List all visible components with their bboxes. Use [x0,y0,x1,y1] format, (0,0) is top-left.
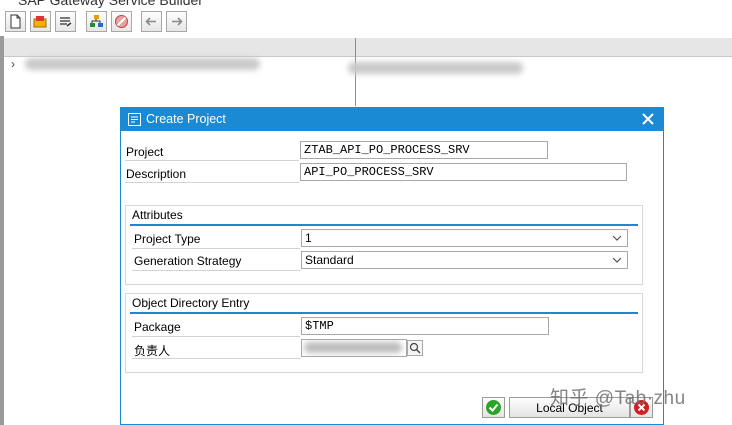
project-type-dropdown[interactable]: 1 [301,229,628,247]
chevron-down-icon [612,257,622,263]
package-label: Package [134,320,181,334]
close-icon[interactable] [639,110,657,128]
row-divider [132,270,300,271]
row-divider [132,358,300,359]
generation-strategy-dropdown[interactable]: Standard [301,251,628,269]
row-divider [125,160,299,161]
redacted-owner-value [304,342,402,353]
project-type-label: Project Type [134,232,201,246]
forward-arrow-icon [172,17,183,26]
group-underline [130,312,638,314]
model-icon [90,15,103,27]
object-directory-group-title: Object Directory Entry [132,296,250,310]
row-divider [125,182,299,183]
open-button[interactable] [30,11,51,32]
search-icon [409,342,421,354]
open-folder-icon [33,16,47,28]
disabled-icon [115,15,128,28]
watermark-text: 知乎 @Tab·zhu [550,388,686,409]
dialog-icon [128,113,141,126]
window-title-strip: SAP Gateway Service Builder [0,0,732,8]
project-type-value: 1 [305,231,312,245]
back-arrow-icon [145,17,156,26]
attributes-group: Attributes Project Type 1 Generation Str… [125,205,643,285]
new-document-button[interactable] [5,11,26,32]
back-button[interactable] [141,11,162,32]
row-divider [132,248,300,249]
new-document-icon [10,14,21,29]
project-label: Project [126,145,164,159]
row-divider [132,336,300,337]
generation-strategy-label: Generation Strategy [134,254,242,268]
tree-expand-icon[interactable]: › [11,57,15,71]
redefine-button[interactable] [55,11,76,32]
redacted-tree-item [348,62,523,74]
dialog-title: Create Project [146,112,226,126]
pane-header [4,38,732,57]
application-toolbar [0,8,732,36]
description-label: Description [126,167,187,181]
redacted-tree-item [25,58,260,70]
create-project-dialog: Create Project Project ZTAB_API_PO_PROCE… [120,107,664,425]
chevron-down-icon [612,235,622,241]
window-title: SAP Gateway Service Builder [18,0,203,8]
check-icon [486,400,501,415]
redefine-icon [60,17,72,27]
object-directory-group: Object Directory Entry Package $TMP 负责人 [125,293,643,373]
model-button[interactable] [86,11,107,32]
owner-search-help-button[interactable] [407,340,423,356]
description-input[interactable]: API_PO_PROCESS_SRV [300,163,627,181]
project-input[interactable]: ZTAB_API_PO_PROCESS_SRV [300,141,548,159]
group-underline [130,224,638,226]
generation-strategy-value: Standard [305,253,354,267]
dialog-title-bar[interactable]: Create Project [121,108,663,131]
disabled-button[interactable] [111,11,132,32]
forward-button[interactable] [166,11,187,32]
owner-label: 负责人 [134,344,171,358]
owner-input[interactable] [301,339,407,357]
attributes-group-title: Attributes [132,208,183,222]
confirm-button[interactable] [482,397,505,418]
package-input[interactable]: $TMP [301,317,549,335]
left-frame-border [0,36,4,425]
